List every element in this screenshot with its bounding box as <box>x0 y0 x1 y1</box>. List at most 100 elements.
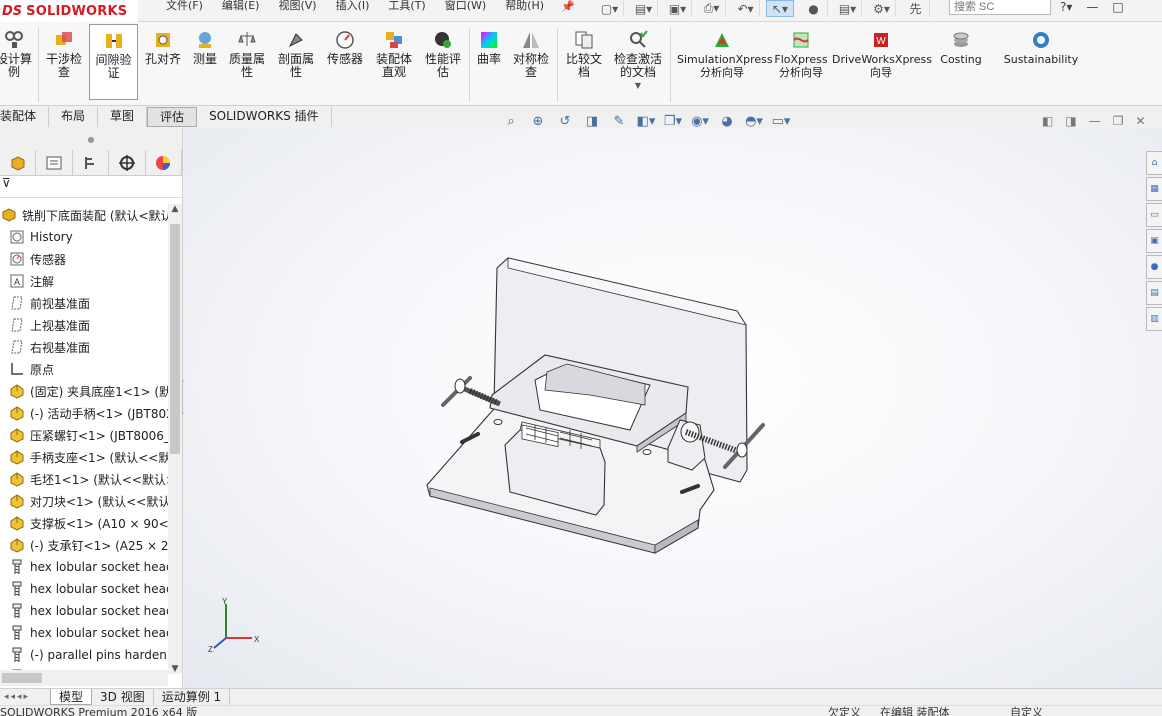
solidworks-resources-icon[interactable]: ⌂ <box>1146 151 1162 175</box>
search-input[interactable] <box>949 0 1051 15</box>
ribbon-sustainability[interactable]: Sustainability <box>1002 30 1080 106</box>
dynamic-annotation-icon[interactable]: ✎ <box>608 111 630 131</box>
configurationmanager-tab-icon[interactable] <box>73 150 110 176</box>
tile-right-icon[interactable]: ◨ <box>1065 114 1076 128</box>
tree-item[interactable]: hex lobular socket head <box>0 578 168 600</box>
solidworks-forum-icon[interactable]: ▥ <box>1146 307 1162 331</box>
view-orientation-icon[interactable]: ◧▾ <box>635 111 657 131</box>
menu-help[interactable]: 帮助(H) <box>505 0 544 12</box>
tab-sketch[interactable]: 草图 <box>98 107 148 127</box>
scroll-thumb[interactable] <box>170 224 180 454</box>
tree-item[interactable]: 对刀块<1> (默认<<默认 <box>0 490 168 512</box>
ribbon-clearance-verification[interactable]: 间隙验证 <box>89 24 138 100</box>
ribbon-mass-properties[interactable]: 质量属性 <box>224 30 270 106</box>
ribbon-floxpress[interactable]: FloXpress 分析向导 <box>772 30 830 106</box>
select-arrow-icon[interactable]: ↖▾ <box>766 0 794 17</box>
zoom-to-area-icon[interactable]: ⊕ <box>527 111 549 131</box>
tree-item[interactable]: 支撑板<1> (A10 × 90<5 <box>0 512 168 534</box>
minimize-icon[interactable]: — <box>1086 0 1098 14</box>
tab-3d-views[interactable]: 3D 视图 <box>92 689 154 705</box>
chevron-down-icon[interactable]: ▼ <box>635 79 641 92</box>
section-view-icon[interactable]: ◨ <box>581 111 603 131</box>
save-icon[interactable]: ▣▾ <box>664 0 692 17</box>
menu-window[interactable]: 窗口(W) <box>445 0 486 12</box>
tab-evaluate[interactable]: 评估 <box>147 107 198 127</box>
panel-split-handle[interactable]: ● <box>0 128 182 150</box>
tree-scrollbar[interactable]: ▲ ▼ <box>168 204 182 674</box>
tree-item[interactable]: hex lobular socket head <box>0 556 168 578</box>
new-document-icon[interactable]: ▢▾ <box>596 0 624 17</box>
help-icon[interactable]: ?▾ <box>1060 0 1072 14</box>
minimize-document-icon[interactable]: — <box>1089 114 1101 128</box>
tree-item[interactable]: 上视基准面 <box>0 314 168 336</box>
tab-solidworks-addins[interactable]: SOLIDWORKS 插件 <box>197 107 332 127</box>
graphics-viewport[interactable]: Y X Z <box>184 128 1162 688</box>
view-palette-icon[interactable]: ▣ <box>1146 229 1162 253</box>
tile-left-icon[interactable]: ◧ <box>1042 114 1053 128</box>
tab-motion-study[interactable]: 运动算例 1 <box>154 689 231 705</box>
options-gear-icon[interactable]: ⚙▾ <box>868 0 896 17</box>
ribbon-assembly-visualization[interactable]: 装配体直观 <box>371 30 417 106</box>
ribbon-compare-documents[interactable]: 比较文档 <box>561 30 607 106</box>
tree-item[interactable]: (固定) 夹具底座1<1> (默 <box>0 380 168 402</box>
ribbon-hole-alignment[interactable]: 孔对齐 <box>141 30 185 106</box>
tree-item[interactable]: 压紧螺钉<1> (JBT8006_ <box>0 424 168 446</box>
tree-item[interactable]: hex lobular socket head <box>0 600 168 622</box>
tab-navigation-arrows[interactable]: ◂◂◂▸ <box>0 689 50 705</box>
menu-tools[interactable]: 工具(T) <box>388 0 425 12</box>
propertymanager-tab-icon[interactable] <box>36 150 73 176</box>
menu-file[interactable]: 文件(F) <box>166 0 203 12</box>
menu-insert[interactable]: 插入(I) <box>336 0 370 12</box>
scroll-thumb[interactable] <box>2 673 42 683</box>
ribbon-interference-check[interactable]: 干涉检查 <box>42 30 86 106</box>
open-document-icon[interactable]: ▤▾ <box>630 0 658 17</box>
featuremanager-tab-icon[interactable] <box>0 150 37 176</box>
tree-item[interactable]: History <box>0 226 168 248</box>
tree-filter-icon[interactable]: ⊽ <box>0 176 182 198</box>
menu-edit[interactable]: 编辑(E) <box>222 0 260 12</box>
ribbon-driveworksxpress[interactable]: W DriveWorksXpress 向导 <box>832 30 932 106</box>
display-style-icon[interactable]: ❒▾ <box>662 111 684 131</box>
tree-item[interactable]: A 注解 <box>0 270 168 292</box>
custom-properties-icon[interactable]: ▤ <box>1146 281 1162 305</box>
ribbon-performance-evaluation[interactable]: 性能评估 <box>420 30 466 106</box>
tree-item[interactable]: 原点 <box>0 358 168 380</box>
ribbon-curvature[interactable]: 曲率 <box>472 30 506 106</box>
ribbon-section-properties[interactable]: 剖面属性 <box>273 30 319 106</box>
tree-item[interactable]: (-) parallel pins harden <box>0 644 168 666</box>
scroll-up-icon[interactable]: ▲ <box>168 204 182 214</box>
file-explorer-icon[interactable]: ▭ <box>1146 203 1162 227</box>
tree-item[interactable]: 右视基准面 <box>0 336 168 358</box>
edit-appearance-icon[interactable]: ◕ <box>716 111 738 131</box>
tree-item[interactable]: hex lobular socket head <box>0 622 168 644</box>
display-manager-tab-icon[interactable] <box>146 150 183 176</box>
print-icon[interactable]: ⎙▾ <box>698 0 726 17</box>
ribbon-check-active-document[interactable]: 检查激活的文档 ▼ <box>610 30 666 106</box>
tree-root[interactable]: 铣削下底面装配 (默认<默认_ <box>0 204 168 226</box>
rebuild-icon[interactable]: ● <box>800 0 828 17</box>
dimxpert-tab-icon[interactable] <box>109 150 146 176</box>
appearances-scenes-icon[interactable]: ● <box>1146 255 1162 279</box>
ribbon-sensor[interactable]: 传感器 <box>322 30 368 106</box>
assembly-model[interactable] <box>184 128 1162 688</box>
status-units[interactable]: 自定义 <box>1010 706 1043 716</box>
file-properties-icon[interactable]: ▤▾ <box>834 0 862 17</box>
pin-menu-icon[interactable]: 📌 <box>561 0 575 13</box>
maximize-icon[interactable]: □ <box>1112 0 1123 14</box>
menu-view[interactable]: 视图(V) <box>278 0 316 12</box>
restore-document-icon[interactable]: ❐ <box>1113 114 1124 128</box>
apply-scene-icon[interactable]: ◓▾ <box>743 111 765 131</box>
design-library-icon[interactable]: ▦ <box>1146 177 1162 201</box>
tree-item[interactable]: 前视基准面 <box>0 292 168 314</box>
tree-item[interactable]: 毛坯1<1> (默认<<默认> <box>0 468 168 490</box>
solidworks-logo[interactable]: DS SOLIDWORKS <box>0 0 138 22</box>
quick-access-extra[interactable]: 先 <box>902 0 930 17</box>
close-document-icon[interactable]: ✕ <box>1135 114 1145 128</box>
view-settings-icon[interactable]: ▭▾ <box>770 111 792 131</box>
tree-item[interactable]: 手柄支座<1> (默认<<默 <box>0 446 168 468</box>
tab-layout[interactable]: 布局 <box>49 107 99 127</box>
hide-show-items-icon[interactable]: ◉▾ <box>689 111 711 131</box>
ribbon-design-study[interactable]: 设计算例 <box>0 30 34 106</box>
tree-item[interactable]: (-) 支承钉<1> (A25 × 25 <box>0 534 168 556</box>
ribbon-symmetry-check[interactable]: 对称检查 <box>508 30 554 106</box>
